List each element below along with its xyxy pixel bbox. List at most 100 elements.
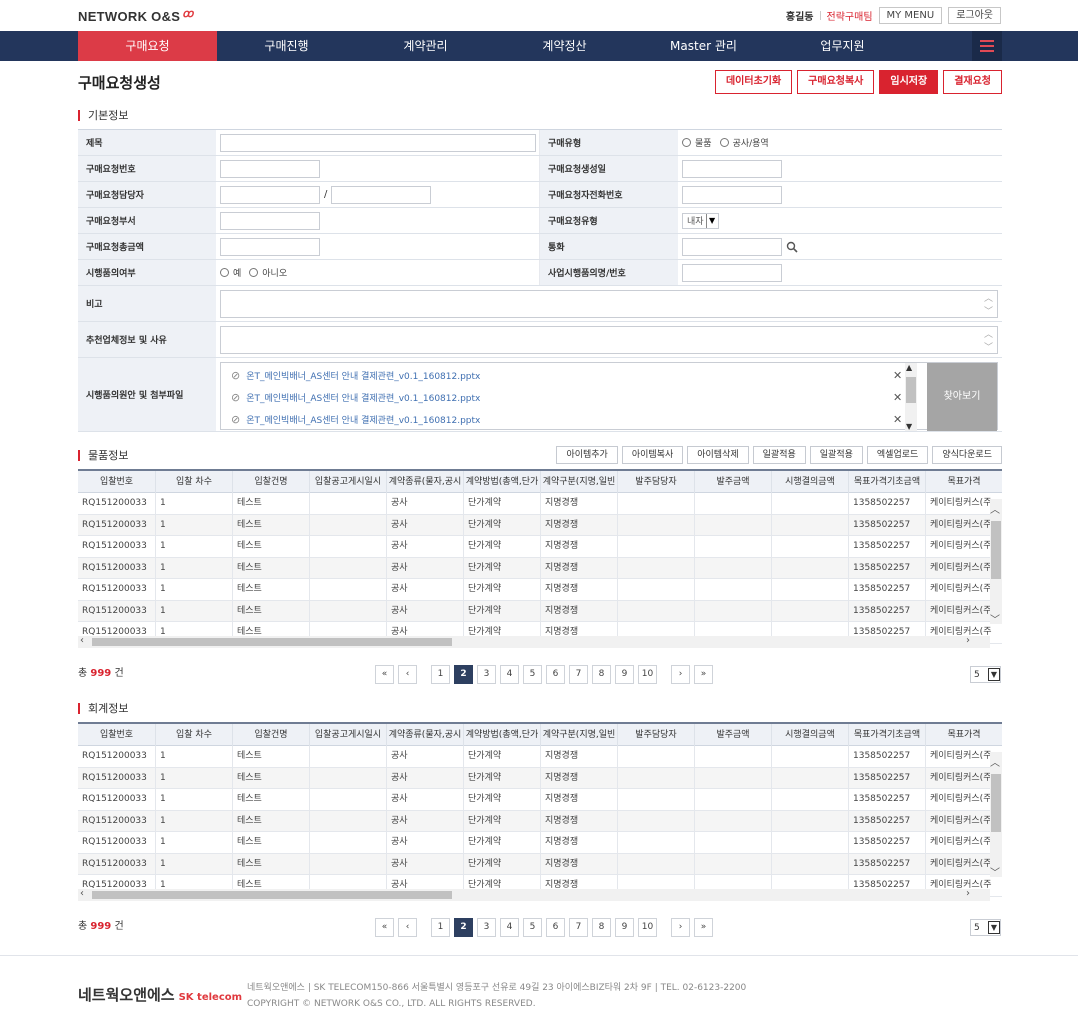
- table-row[interactable]: RQ151200033 1 테스트 공사 단가계약 지명경쟁 1358502257 케이티링커…: [78, 514, 1002, 536]
- items-page-size-select[interactable]: 5 ▼: [970, 666, 1001, 683]
- column-header[interactable]: 계약방법(총액,단가: [464, 471, 541, 493]
- page-button[interactable]: 6: [546, 918, 565, 937]
- column-header[interactable]: 발주담당자: [618, 471, 695, 493]
- nav-contract-settlement[interactable]: 계약정산: [495, 31, 634, 61]
- batch-apply-button[interactable]: 일괄적용: [752, 446, 806, 464]
- request-no-input[interactable]: [220, 159, 320, 178]
- column-header[interactable]: 입찰번호: [78, 471, 156, 493]
- hamburger-menu-icon[interactable]: [972, 31, 1002, 61]
- table-row[interactable]: RQ151200033 1 테스트 공사 단가계약 지명경쟁 1358502257 케이티링커…: [78, 746, 1002, 768]
- column-header[interactable]: 계약종류(물자,공시: [387, 724, 464, 746]
- scroll-down-icon[interactable]: ﹀: [990, 864, 1000, 879]
- radio-goods[interactable]: [682, 138, 691, 147]
- page-button[interactable]: 4: [500, 665, 519, 684]
- page-button[interactable]: 6: [546, 665, 565, 684]
- column-header[interactable]: 입찰공고게시일시: [310, 471, 387, 493]
- accounting-page-size-select[interactable]: 5 ▼: [970, 919, 1001, 936]
- recommend-textarea[interactable]: ︿ ﹀: [220, 325, 998, 354]
- page-button[interactable]: 2: [454, 665, 473, 684]
- reset-data-button[interactable]: 데이터초기화: [714, 70, 793, 94]
- remove-file-icon[interactable]: ✕: [893, 413, 902, 426]
- table-row[interactable]: RQ151200033 1 테스트 공사 단가계약 지명경쟁 1358502257 케이티링커…: [78, 493, 1002, 515]
- request-type-select[interactable]: 내자 ▼: [682, 212, 719, 229]
- requester-name-input[interactable]: [220, 185, 320, 204]
- requester-id-input[interactable]: [331, 185, 432, 204]
- grid-horizontal-scrollbar[interactable]: [78, 889, 990, 901]
- scroll-left-icon[interactable]: ‹: [80, 888, 84, 899]
- column-header[interactable]: 계약방법(총액,단가: [464, 724, 541, 746]
- copy-request-button[interactable]: 구매요청복사: [797, 70, 875, 94]
- column-header[interactable]: 목표가격: [926, 471, 1002, 493]
- grid-vertical-scrollbar[interactable]: [990, 752, 1002, 877]
- column-header[interactable]: 계약종류(물자,공시: [387, 471, 464, 493]
- grid-horizontal-scrollbar[interactable]: [78, 636, 990, 648]
- nav-contract-management[interactable]: 계약관리: [356, 31, 495, 61]
- table-row[interactable]: RQ151200033 1 테스트 공사 단가계약 지명경쟁 1358502257 케이티링커…: [78, 557, 1002, 579]
- table-row[interactable]: RQ151200033 1 테스트 공사 단가계약 지명경쟁 1358502257 케이티링커…: [78, 853, 1002, 875]
- my-menu-button[interactable]: MY MENU: [878, 7, 943, 24]
- prev-page-button[interactable]: ‹: [398, 665, 417, 684]
- first-page-button[interactable]: «: [375, 665, 394, 684]
- page-button[interactable]: 3: [477, 918, 496, 937]
- page-button[interactable]: 1: [431, 918, 450, 937]
- attachment-scrollbar[interactable]: ▲ ▼: [905, 363, 917, 431]
- next-page-button[interactable]: ›: [671, 918, 690, 937]
- department-input[interactable]: [220, 211, 320, 230]
- table-row[interactable]: RQ151200033 1 테스트 공사 단가계약 지명경쟁 1358502257 케이티링커…: [78, 767, 1002, 789]
- title-input[interactable]: [220, 133, 536, 152]
- excel-upload-button[interactable]: 엑셀업로드: [866, 446, 929, 464]
- column-header[interactable]: 발주금액: [695, 471, 772, 493]
- remove-file-icon[interactable]: ✕: [893, 391, 902, 404]
- page-button[interactable]: 9: [615, 918, 634, 937]
- template-download-button[interactable]: 양식다운로드: [932, 446, 1002, 464]
- column-header[interactable]: 발주금액: [695, 724, 772, 746]
- table-row[interactable]: RQ151200033 1 테스트 공사 단가계약 지명경쟁 1358502257 케이티링커…: [78, 600, 1002, 622]
- attachment-item[interactable]: ⊘ 온T_메인빅배너_AS센터 안내 결제관련_v0.1_160812.pptx: [231, 411, 480, 427]
- column-header[interactable]: 입찰번호: [78, 724, 156, 746]
- attachment-item[interactable]: ⊘ 온T_메인빅배너_AS센터 안내 결제관련_v0.1_160812.pptx: [231, 367, 480, 383]
- column-header[interactable]: 계약구분(지명,일빈: [541, 471, 618, 493]
- column-header[interactable]: 입찰공고게시일시: [310, 724, 387, 746]
- delete-item-button[interactable]: 아이템삭제: [687, 446, 749, 464]
- page-button[interactable]: 8: [592, 665, 611, 684]
- nav-purchase-request[interactable]: 구매요청: [78, 31, 217, 61]
- approval-request-button[interactable]: 결재요청: [943, 70, 1002, 94]
- scroll-up-icon[interactable]: ︿: [990, 754, 1000, 769]
- column-header[interactable]: 목표가격: [926, 724, 1002, 746]
- page-button[interactable]: 5: [523, 665, 542, 684]
- nav-purchase-progress[interactable]: 구매진행: [217, 31, 356, 61]
- scroll-left-icon[interactable]: ‹: [80, 635, 84, 646]
- page-button[interactable]: 10: [638, 918, 657, 937]
- nav-master-management[interactable]: Master 관리: [634, 31, 773, 61]
- column-header[interactable]: 목표가격기초금액: [849, 471, 926, 493]
- table-row[interactable]: RQ151200033 1 테스트 공사 단가계약 지명경쟁 1358502257 케이티링커…: [78, 579, 1002, 601]
- table-row[interactable]: RQ151200033 1 테스트 공사 단가계약 지명경쟁 1358502257 케이티링커…: [78, 810, 1002, 832]
- page-button[interactable]: 4: [500, 918, 519, 937]
- column-header[interactable]: 계약구분(지명,일빈: [541, 724, 618, 746]
- radio-construction[interactable]: [719, 138, 729, 147]
- column-header[interactable]: 발주담당자: [618, 724, 695, 746]
- page-button[interactable]: 7: [569, 665, 588, 684]
- table-row[interactable]: RQ151200033 1 테스트 공사 단가계약 지명경쟁 1358502257 케이티링커…: [78, 832, 1002, 854]
- scroll-up-icon[interactable]: ︿: [990, 501, 1000, 516]
- first-page-button[interactable]: «: [375, 918, 394, 937]
- scroll-down-icon[interactable]: ﹀: [990, 611, 1000, 626]
- page-button[interactable]: 3: [477, 665, 496, 684]
- copy-item-button[interactable]: 아이템복사: [621, 446, 684, 464]
- scroll-right-icon[interactable]: ›: [966, 888, 970, 899]
- requester-phone-input[interactable]: [682, 185, 782, 204]
- nav-work-support[interactable]: 업무지원: [773, 31, 912, 61]
- page-button[interactable]: 7: [569, 918, 588, 937]
- page-button[interactable]: 5: [523, 918, 542, 937]
- table-row[interactable]: RQ151200033 1 테스트 공사 단가계약 지명경쟁 1358502257 케이티링커…: [78, 536, 1002, 558]
- total-amount-input[interactable]: [220, 237, 320, 256]
- search-icon[interactable]: [786, 241, 798, 253]
- column-header[interactable]: 입찰건명: [233, 471, 310, 493]
- batch-apply-button[interactable]: 일괄적용: [809, 446, 863, 464]
- column-header[interactable]: 입찰 차수: [156, 471, 233, 493]
- currency-input[interactable]: [682, 237, 782, 256]
- prev-page-button[interactable]: ‹: [398, 918, 417, 937]
- find-file-button[interactable]: 찾아보기: [927, 363, 997, 431]
- column-header[interactable]: 입찰 차수: [156, 724, 233, 746]
- logout-button[interactable]: 로그아웃: [948, 7, 1001, 24]
